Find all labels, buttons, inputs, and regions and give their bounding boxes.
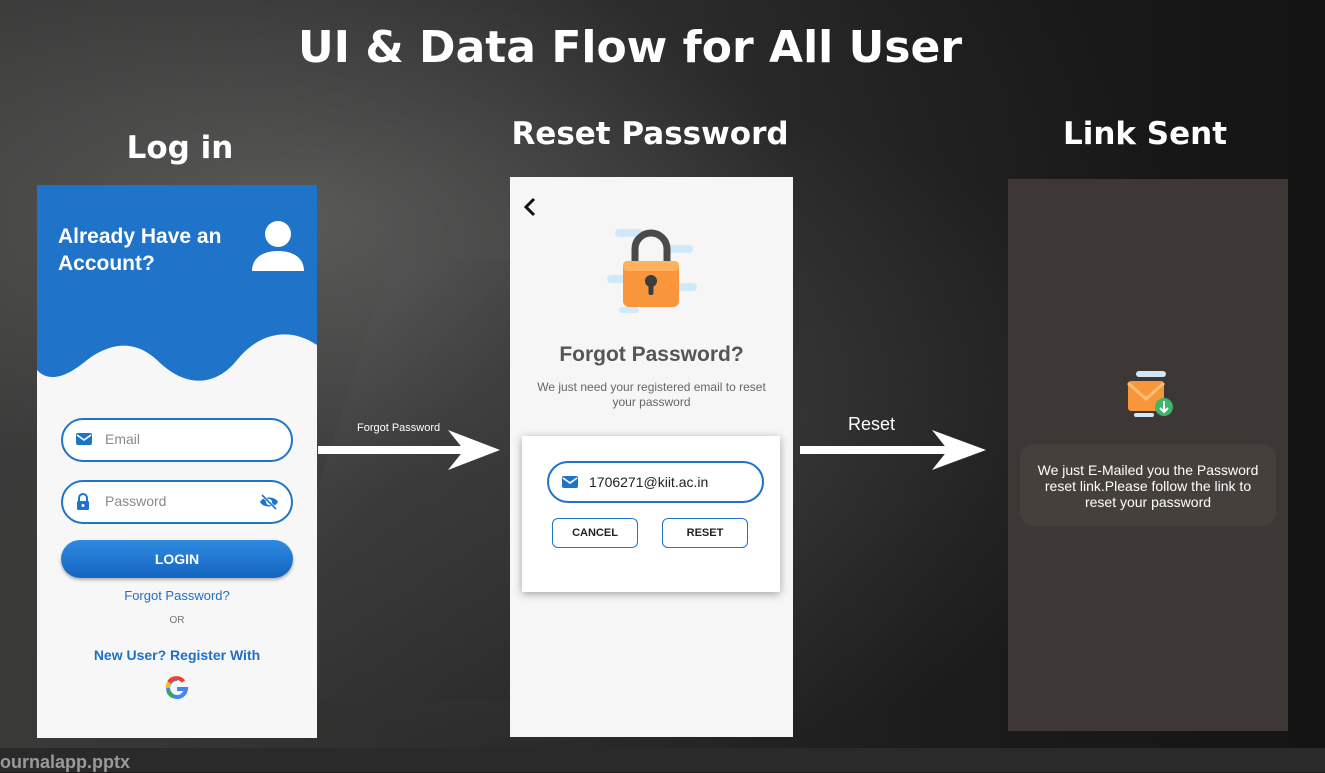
link-sent-message-card: We just E-Mailed you the Password reset …	[1020, 444, 1276, 526]
cancel-button[interactable]: CANCEL	[552, 518, 638, 548]
mail-download-icon	[1127, 371, 1173, 417]
reset-email-value: 1706271@kiit.ac.in	[589, 474, 709, 490]
padlock-icon	[607, 229, 697, 313]
reset-password-screen: Forgot Password? We just need your regis…	[510, 177, 793, 737]
bottom-strip	[0, 748, 1325, 772]
email-placeholder: Email	[105, 431, 141, 447]
reset-heading: Reset Password	[511, 116, 789, 152]
reset-button[interactable]: RESET	[662, 518, 748, 548]
flow-arrow-1	[318, 430, 500, 470]
reset-card: 1706271@kiit.ac.in CANCEL RESET	[522, 436, 780, 592]
forgot-password-subtitle: We just need your registered email to re…	[537, 380, 766, 409]
or-divider-text: OR	[169, 615, 185, 626]
password-field[interactable]: Password	[61, 480, 293, 524]
login-button[interactable]: LOGIN	[61, 540, 293, 578]
user-icon	[252, 221, 304, 271]
link-sent-screen: We just E-Mailed you the Password reset …	[1008, 179, 1288, 731]
login-screen: Already Have an Account? Email Password …	[37, 185, 317, 738]
email-icon	[76, 433, 92, 445]
login-header-text: Already Have an Account?	[58, 225, 222, 275]
email-icon	[562, 476, 578, 488]
register-text[interactable]: New User? Register With	[37, 647, 317, 663]
link-sent-heading: Link Sent	[1062, 116, 1228, 152]
file-label: ournalapp.pptx	[0, 752, 130, 772]
flow-arrow-2	[800, 430, 986, 470]
back-arrow-icon[interactable]	[522, 197, 538, 217]
lock-icon	[77, 493, 89, 510]
forgot-password-link[interactable]: Forgot Password?	[37, 588, 317, 603]
email-field[interactable]: Email	[61, 418, 293, 462]
google-icon[interactable]	[163, 674, 191, 702]
link-sent-message: We just E-Mailed you the Password reset …	[1037, 462, 1259, 510]
slide-title: UI & Data Flow for All User	[297, 22, 963, 73]
eye-off-icon[interactable]	[259, 493, 279, 511]
forgot-password-title: Forgot Password?	[559, 343, 744, 366]
reset-email-field[interactable]: 1706271@kiit.ac.in	[547, 461, 764, 503]
login-heading: Log in	[126, 130, 234, 166]
password-placeholder: Password	[105, 493, 167, 509]
